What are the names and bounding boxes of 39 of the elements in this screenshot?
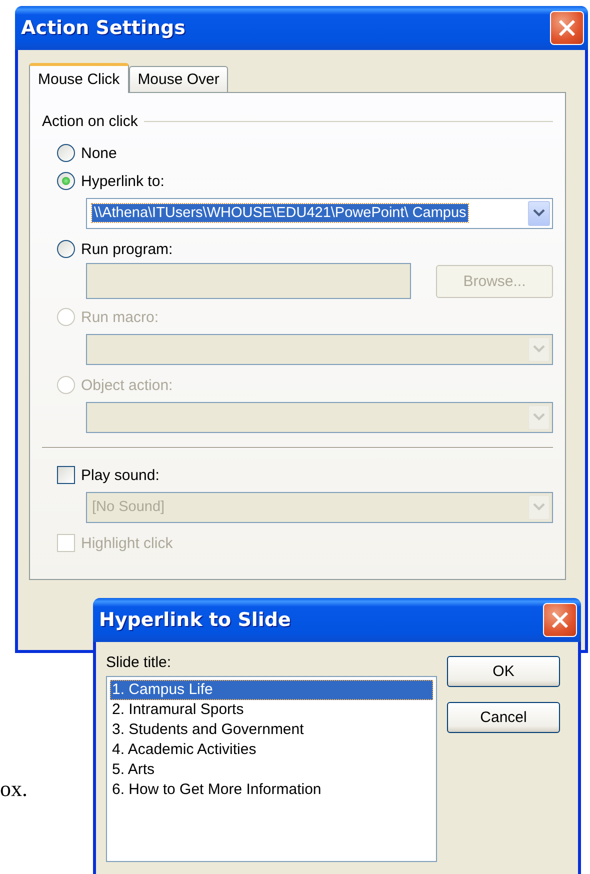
close-icon — [558, 19, 576, 37]
list-label: Slide title: — [106, 654, 172, 673]
dropdown-value: [No Sound] — [91, 498, 166, 516]
list-item[interactable]: 6. How to Get More Information — [110, 780, 433, 800]
option-label: None — [81, 144, 117, 162]
checkbox-label: Play sound: — [81, 466, 160, 484]
chevron-down-icon — [533, 209, 545, 217]
dropdown-field[interactable]: \\Athena\ITUsers\WHOUSE\EDU421\PowePoint\ Campus — [86, 198, 553, 228]
dialog-button[interactable]: OK — [447, 656, 560, 687]
dialog-button[interactable]: Cancel — [447, 702, 560, 733]
chevron-down-icon — [533, 345, 545, 353]
option-label: Run program: — [81, 240, 173, 258]
dropdown-button[interactable] — [528, 200, 550, 226]
list-item[interactable]: 4. Academic Activities — [110, 740, 433, 760]
list-item[interactable]: 3. Students and Government — [110, 720, 433, 740]
close-icon — [551, 611, 569, 629]
checkbox[interactable] — [57, 466, 75, 484]
option-label: Run macro: — [81, 308, 159, 326]
list-item[interactable]: 1. Campus Life — [110, 680, 433, 700]
list-item[interactable]: 5. Arts — [110, 760, 433, 780]
chevron-down-icon — [533, 413, 545, 421]
radio-button[interactable] — [57, 144, 75, 162]
option-label: Hyperlink to: — [81, 172, 164, 190]
option-label: Object action: — [81, 376, 173, 394]
tab[interactable]: Mouse Over — [128, 66, 228, 92]
tab[interactable]: Mouse Click — [29, 63, 129, 93]
window-title: Hyperlink to Slide — [99, 609, 291, 631]
radio-button[interactable] — [57, 172, 75, 190]
dropdown-value: \\Athena\ITUsers\WHOUSE\EDU421\PowePoint\ Campus — [91, 204, 470, 222]
radio-button[interactable] — [57, 240, 75, 258]
checkbox-label: Highlight click — [81, 534, 173, 552]
window-title: Action Settings — [21, 17, 186, 39]
chevron-down-icon — [533, 503, 545, 511]
list-item[interactable]: 2. Intramural Sports — [110, 700, 433, 720]
close-button[interactable] — [550, 11, 584, 45]
group-label: Action on click — [42, 112, 138, 130]
slide-list[interactable]: 1. Campus Life 2. Intramural Sports 3. Students and Government 4. Academic Activities 5. Arts 6. How to Get More Information — [106, 676, 437, 862]
close-button[interactable] — [543, 603, 577, 637]
document-text: ox. — [0, 776, 28, 802]
